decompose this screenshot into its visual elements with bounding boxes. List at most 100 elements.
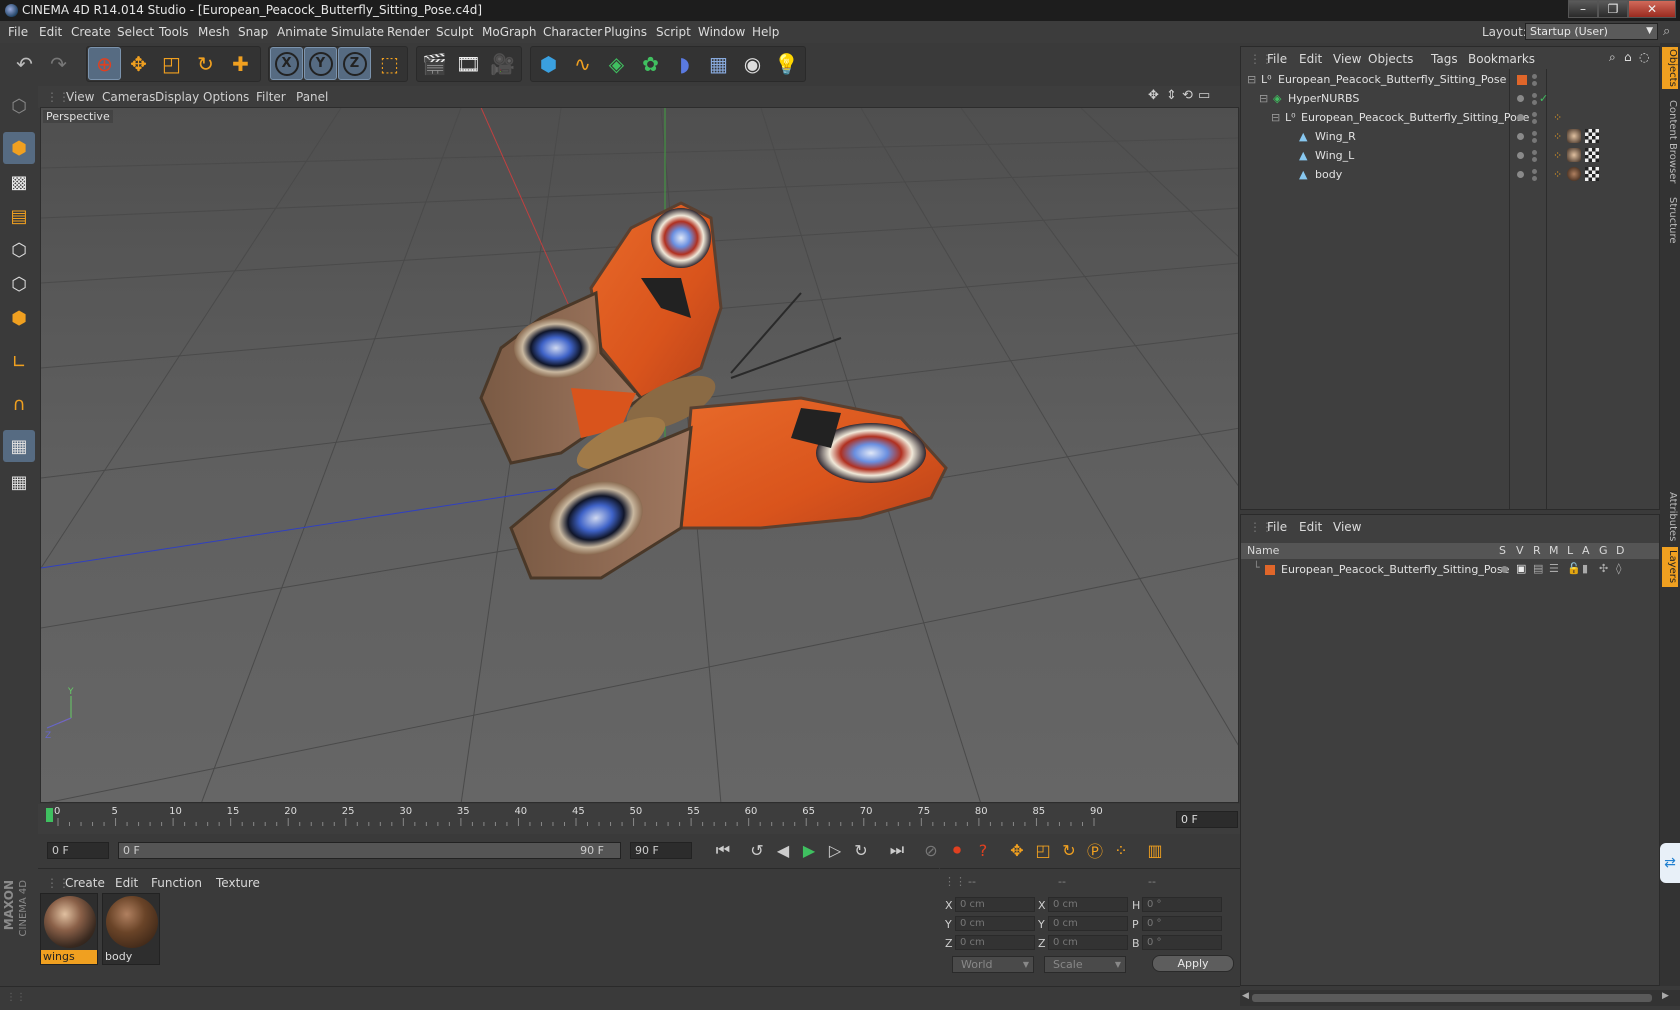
layer-col-name[interactable]: Name xyxy=(1247,544,1279,557)
light-icon[interactable]: 💡 xyxy=(770,47,803,80)
layer-col-generators[interactable]: G xyxy=(1599,544,1608,557)
render-visibility-dot[interactable] xyxy=(1532,100,1537,105)
coordinate-mode-dropdown[interactable]: World ▼ xyxy=(952,956,1034,973)
deformers-toggle-icon[interactable]: ◊ xyxy=(1616,562,1621,575)
3d-viewport[interactable]: Y Z Perspective xyxy=(40,107,1239,803)
render-visibility-dot[interactable] xyxy=(1532,81,1537,86)
render-visibility-dot[interactable] xyxy=(1532,119,1537,124)
rot-h-field[interactable]: 0 ° xyxy=(1142,897,1222,912)
end-frame-field[interactable]: 90 F xyxy=(630,842,692,859)
preview-range-slider[interactable]: 0 F 90 F xyxy=(118,842,621,859)
material-menu-function[interactable]: Function xyxy=(151,876,202,890)
menu-select[interactable]: Select xyxy=(117,25,154,39)
menu-render[interactable]: Render xyxy=(387,25,430,39)
menu-snap[interactable]: Snap xyxy=(238,25,268,39)
coordinate-system-icon[interactable]: ⬚ xyxy=(373,47,406,80)
menu-create[interactable]: Create xyxy=(71,25,111,39)
render-visibility-dot[interactable] xyxy=(1532,157,1537,162)
scroll-right-icon[interactable]: ▶ xyxy=(1662,991,1669,1001)
go-to-start-icon[interactable]: ⏮ xyxy=(710,837,736,863)
tab-structure[interactable]: Structure xyxy=(1662,193,1678,248)
floor-icon[interactable]: ▦ xyxy=(702,47,735,80)
editor-visibility-dot[interactable] xyxy=(1532,169,1537,174)
start-frame-field[interactable]: 0 F xyxy=(47,842,109,859)
material-menu-create[interactable]: Create xyxy=(65,876,105,890)
viewport-menu-view[interactable]: View xyxy=(66,90,94,104)
go-to-next-key-icon[interactable]: ↻ xyxy=(848,837,874,863)
layer-col-locked[interactable]: L xyxy=(1567,544,1573,557)
edges-mode-icon[interactable]: ⬡ xyxy=(3,268,35,300)
object-row[interactable]: ▲ Wing_R ⁘ xyxy=(1241,127,1659,147)
model-mode-icon[interactable]: ⬢ xyxy=(3,132,35,164)
uvw-tag-icon[interactable] xyxy=(1585,148,1599,162)
apply-button[interactable]: Apply xyxy=(1152,955,1234,972)
scroll-left-icon[interactable]: ◀ xyxy=(1242,991,1249,1001)
key-pla-icon[interactable]: ⁘ xyxy=(1108,837,1134,863)
polygons-mode-icon[interactable]: ⬢ xyxy=(3,302,35,334)
editor-visibility-dot[interactable] xyxy=(1532,93,1537,98)
menu-edit[interactable]: Edit xyxy=(39,25,62,39)
tab-attributes[interactable]: Attributes xyxy=(1662,489,1678,544)
close-button[interactable]: ✕ xyxy=(1628,0,1676,18)
axis-mode-icon[interactable]: ∟ xyxy=(3,346,35,378)
autokey-icon[interactable]: ⏺ xyxy=(944,837,970,863)
scale-icon[interactable]: ◰ xyxy=(155,47,188,80)
transform-mode-dropdown[interactable]: Scale ▼ xyxy=(1044,956,1126,973)
toggle-view-icon[interactable]: ▭ xyxy=(1198,88,1210,103)
minimize-button[interactable]: – xyxy=(1568,0,1598,18)
pos-x-field[interactable]: 0 cm xyxy=(955,897,1035,912)
menu-plugins[interactable]: Plugins xyxy=(604,25,647,39)
next-frame-icon[interactable]: ▷ xyxy=(822,837,848,863)
current-frame-field[interactable]: 0 F xyxy=(1176,811,1238,828)
viewport-menu-filter[interactable]: Filter xyxy=(256,90,286,104)
om-menu-view[interactable]: View xyxy=(1333,52,1361,66)
layer-col-solo[interactable]: S xyxy=(1499,544,1506,557)
cube-icon[interactable]: ⬢ xyxy=(532,47,565,80)
editor-visibility-dot[interactable] xyxy=(1532,74,1537,79)
go-to-end-icon[interactable]: ⏭ xyxy=(884,837,910,863)
om-menu-objects[interactable]: Objects xyxy=(1368,52,1413,66)
playhead[interactable] xyxy=(46,808,53,822)
menu-window[interactable]: Window xyxy=(698,25,745,39)
render-visibility-dot[interactable] xyxy=(1532,176,1537,181)
go-to-previous-key-icon[interactable]: ↺ xyxy=(744,837,770,863)
editor-visibility-dot[interactable] xyxy=(1532,131,1537,136)
array-icon[interactable]: ✿ xyxy=(634,47,667,80)
editor-visibility-dot[interactable] xyxy=(1532,150,1537,155)
teamviewer-icon[interactable]: ⇄ xyxy=(1660,843,1680,883)
timeline-window-icon[interactable]: ▥ xyxy=(1142,837,1168,863)
object-row[interactable]: ⊟ L⁰ European_Peacock_Butterfly_Sitting_… xyxy=(1241,108,1659,128)
object-row[interactable]: ⊟ L⁰ European_Peacock_Butterfly_Sitting_… xyxy=(1241,70,1659,90)
lm-menu-file[interactable]: File xyxy=(1267,520,1287,534)
material-menu-texture[interactable]: Texture xyxy=(216,876,260,890)
layer-col-manager[interactable]: M xyxy=(1549,544,1559,557)
layer-horizontal-scrollbar[interactable]: ◀ ▶ xyxy=(1240,990,1680,1006)
pos-z-field[interactable]: 0 cm xyxy=(955,935,1035,950)
material-tag-icon[interactable] xyxy=(1567,129,1581,143)
workplane-lock-icon[interactable]: ▦ xyxy=(3,430,35,462)
key-rotation-icon[interactable]: ↻ xyxy=(1056,837,1082,863)
spline-icon[interactable]: ∿ xyxy=(566,47,599,80)
editor-visibility-dot[interactable] xyxy=(1532,112,1537,117)
planar-workplane-icon[interactable]: ▦ xyxy=(3,466,35,498)
layer-color-swatch[interactable] xyxy=(1265,565,1275,575)
lm-menu-view[interactable]: View xyxy=(1333,520,1361,534)
menu-character[interactable]: Character xyxy=(543,25,602,39)
object-row[interactable]: ▲ body ⁘ xyxy=(1241,165,1659,185)
render-view-icon[interactable]: 🎬 xyxy=(418,47,451,80)
size-x-field[interactable]: 0 cm xyxy=(1048,897,1128,912)
points-mode-icon[interactable]: ⬡ xyxy=(3,234,35,266)
layer-col-view[interactable]: V xyxy=(1516,544,1524,557)
size-y-field[interactable]: 0 cm xyxy=(1048,916,1128,931)
z-axis-icon[interactable]: Z xyxy=(338,47,371,80)
viewport-menu-cameras[interactable]: Cameras xyxy=(102,90,155,104)
record-keyframes-icon[interactable]: ⊘ xyxy=(918,837,944,863)
om-menu-edit[interactable]: Edit xyxy=(1299,52,1322,66)
phong-tag-icon[interactable]: ⁘ xyxy=(1553,111,1562,124)
home-icon[interactable]: ⌂ xyxy=(1624,50,1632,64)
pos-y-field[interactable]: 0 cm xyxy=(955,916,1035,931)
scrollbar-thumb[interactable] xyxy=(1252,994,1652,1002)
keyframe-selection-icon[interactable]: ? xyxy=(970,837,996,863)
nurbs-icon[interactable]: ◈ xyxy=(600,47,633,80)
om-menu-file[interactable]: File xyxy=(1267,52,1287,66)
